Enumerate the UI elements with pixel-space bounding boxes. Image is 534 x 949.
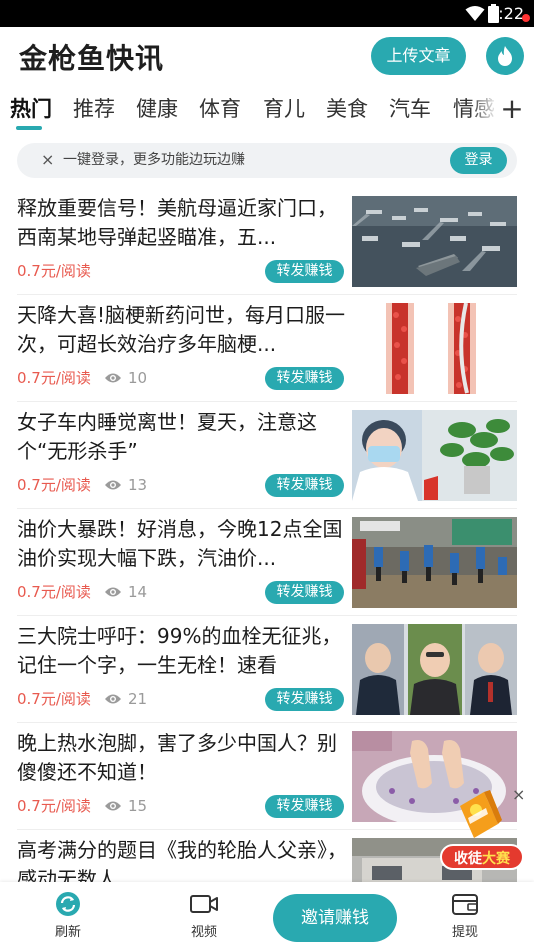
promo-label-a: 收徒 <box>454 851 482 867</box>
share-earn-button[interactable]: 转发赚钱 <box>265 367 344 390</box>
banner-text: 一键登录，更多功能边玩边赚 <box>63 152 245 168</box>
view-count-value: 10 <box>128 369 148 387</box>
view-count: 15 <box>104 796 147 816</box>
nav-refresh[interactable]: 刷新 <box>38 890 98 942</box>
status-time: 8:22 <box>488 4 524 23</box>
nav-withdraw-label: 提现 <box>451 925 478 940</box>
view-count-value: 21 <box>128 690 148 708</box>
news-title[interactable]: 油价大暴跌！好消息，今晚12点全国油价实现大幅下跌，汽油价... <box>17 515 347 573</box>
eye-icon <box>105 801 121 811</box>
upload-article-button[interactable]: 上传文章 <box>371 37 466 75</box>
login-banner: × 一键登录，更多功能边玩边赚 登录 <box>17 143 517 178</box>
news-title[interactable]: 晚上热水泡脚，害了多少中国人？别傻傻还不知道！ <box>17 729 347 787</box>
promo-label: 收徒大赛 <box>440 844 524 870</box>
eye-icon <box>105 373 121 383</box>
flame-icon <box>498 46 512 66</box>
news-title[interactable]: 天降大喜!脑梗新药问世，每月口服一次，可超长效治疗多年脑梗... <box>17 301 347 359</box>
category-tabs: 热门 推荐 健康 体育 育儿 美食 汽车 情感 + <box>0 87 534 131</box>
view-count: 13 <box>104 475 147 495</box>
news-thumbnail[interactable] <box>352 410 517 501</box>
wallet-icon <box>452 894 478 915</box>
nav-withdraw[interactable]: 提现 <box>435 890 495 942</box>
gift-box-icon <box>460 790 502 838</box>
view-count-value: 14 <box>128 583 148 601</box>
app-header: 金枪鱼快讯 上传文章 <box>0 27 534 87</box>
news-price: 0.7元/阅读 <box>17 476 91 494</box>
news-item[interactable]: 三大院士呼吁：99%的血栓无征兆，记住一个字，一生无栓！速看 0.7元/阅读 2… <box>0 616 534 723</box>
nav-refresh-label: 刷新 <box>54 925 81 940</box>
add-tab-button[interactable]: + <box>498 91 526 127</box>
news-item[interactable]: 油价大暴跌！好消息，今晚12点全国油价实现大幅下跌，汽油价... 0.7元/阅读… <box>0 509 534 616</box>
news-item[interactable]: 女子车内睡觉离世！夏天，注意这个“无形杀手” 0.7元/阅读 13 转发赚钱 <box>0 402 534 509</box>
tab-parenting[interactable]: 育儿 <box>263 95 305 123</box>
news-title[interactable]: 女子车内睡觉离世！夏天，注意这个“无形杀手” <box>17 408 347 466</box>
news-thumbnail[interactable] <box>352 303 517 394</box>
tab-food[interactable]: 美食 <box>326 95 368 123</box>
bottom-nav: 刷新 视频 邀请赚钱 提现 <box>0 882 534 949</box>
login-button[interactable]: 登录 <box>450 147 507 174</box>
status-bar: 8:22 <box>0 0 534 27</box>
active-tab-indicator <box>16 126 42 130</box>
video-camera-icon <box>190 895 218 913</box>
share-earn-button[interactable]: 转发赚钱 <box>265 260 344 283</box>
news-thumbnail[interactable] <box>352 196 517 287</box>
news-price: 0.7元/阅读 <box>17 262 91 280</box>
share-earn-button[interactable]: 转发赚钱 <box>265 581 344 604</box>
notification-badge <box>522 14 530 22</box>
news-thumbnail[interactable] <box>352 624 517 715</box>
news-title[interactable]: 三大院士呼吁：99%的血栓无征兆，记住一个字，一生无栓！速看 <box>17 622 347 680</box>
nav-video[interactable]: 视频 <box>174 890 234 942</box>
wifi-icon <box>465 6 485 21</box>
view-count: 21 <box>104 689 147 709</box>
share-earn-button[interactable]: 转发赚钱 <box>265 474 344 497</box>
eye-icon <box>105 694 121 704</box>
view-count: 10 <box>104 368 147 388</box>
invite-earn-button[interactable]: 邀请赚钱 <box>273 894 397 942</box>
refresh-icon <box>56 892 80 916</box>
notification-button[interactable] <box>486 37 524 75</box>
tabs-fade <box>470 87 498 131</box>
news-thumbnail[interactable] <box>352 517 517 608</box>
share-earn-button[interactable]: 转发赚钱 <box>265 795 344 818</box>
news-price: 0.7元/阅读 <box>17 583 91 601</box>
tab-recommend[interactable]: 推荐 <box>73 95 115 123</box>
tab-hot[interactable]: 热门 <box>10 95 52 123</box>
banner-close-button[interactable]: × <box>41 151 54 169</box>
eye-icon <box>105 587 121 597</box>
view-count-value: 15 <box>128 797 148 815</box>
news-price: 0.7元/阅读 <box>17 369 91 387</box>
promo-close-button[interactable]: × <box>512 786 525 804</box>
eye-icon <box>105 480 121 490</box>
tab-cars[interactable]: 汽车 <box>389 95 431 123</box>
promo-label-b: 大赛 <box>482 851 510 867</box>
share-earn-button[interactable]: 转发赚钱 <box>265 688 344 711</box>
news-title[interactable]: 释放重要信号！美航母逼近家门口，西南某地导弹起竖瞄准，五... <box>17 194 347 252</box>
news-item[interactable]: 天降大喜!脑梗新药问世，每月口服一次，可超长效治疗多年脑梗... 0.7元/阅读… <box>0 295 534 402</box>
app-title: 金枪鱼快讯 <box>19 42 165 75</box>
view-count: 14 <box>104 582 147 602</box>
tab-sports[interactable]: 体育 <box>199 95 241 123</box>
view-count-value: 13 <box>128 476 148 494</box>
news-price: 0.7元/阅读 <box>17 797 91 815</box>
nav-video-label: 视频 <box>190 925 217 940</box>
tab-health[interactable]: 健康 <box>136 95 178 123</box>
news-price: 0.7元/阅读 <box>17 690 91 708</box>
news-item[interactable]: 释放重要信号！美航母逼近家门口，西南某地导弹起竖瞄准，五... 0.7元/阅读 … <box>0 188 534 295</box>
